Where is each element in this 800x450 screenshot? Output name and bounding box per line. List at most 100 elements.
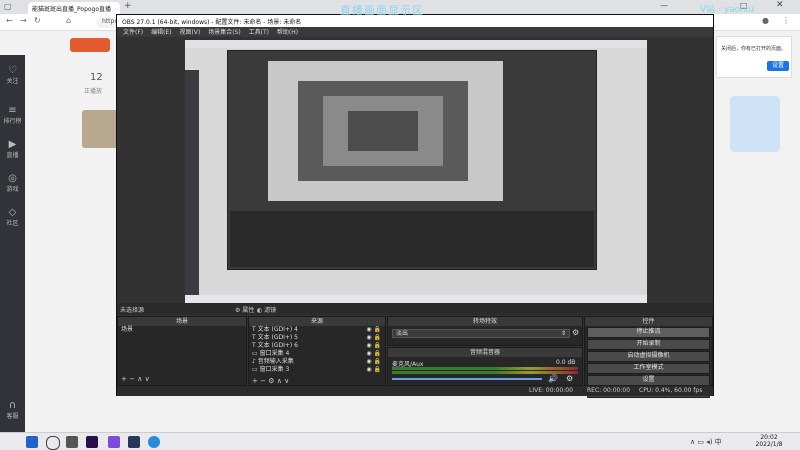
visibility-icon[interactable]: ◉ 🔒 — [366, 326, 381, 334]
studio-mode-button[interactable]: 工作室模式 — [587, 363, 710, 374]
clock[interactable]: 20:02 2022/1/8 — [752, 434, 786, 448]
nav-item[interactable]: ≡ 排行榜 — [0, 105, 25, 125]
down-icon[interactable]: ∨ — [284, 377, 289, 385]
gamepad-icon: ◎ — [8, 173, 17, 184]
nav-item[interactable]: ◇ 社区 — [0, 207, 25, 227]
minimize-icon[interactable]: — — [660, 1, 668, 10]
menu-file[interactable]: 文件(F) — [123, 29, 143, 36]
search-icon[interactable] — [46, 436, 60, 450]
premiere-icon[interactable] — [86, 436, 98, 448]
start-recording-button[interactable]: 开始录制 — [587, 339, 710, 350]
properties-button[interactable]: ⚙ 属性 — [235, 305, 254, 314]
nav-item[interactable]: ▶ 直播 — [0, 139, 25, 159]
mixer-level: 0.0 dB — [556, 359, 576, 366]
add-icon[interactable]: + — [121, 375, 127, 383]
visibility-icon[interactable]: ◉ 🔒 — [366, 366, 381, 374]
stop-streaming-button[interactable]: 停止推流 — [587, 327, 710, 338]
visibility-icon[interactable]: ◉ 🔒 — [366, 342, 381, 350]
virtual-camera-button[interactable]: 启动虚拟摄像机 — [587, 351, 710, 362]
reload-icon[interactable]: ↻ — [34, 16, 41, 25]
source-item[interactable]: T 文本 (GDI+) 5 ◉ 🔒 — [249, 334, 385, 342]
source-item[interactable]: ▭ 窗口采集 4 ◉ 🔒 — [249, 350, 385, 358]
menu-scene-collection[interactable]: 场景集合(S) — [208, 29, 241, 36]
obs-status-bar: LIVE: 00:00:00 REC: 00:00:00 CPU: 0.4%, … — [117, 386, 713, 396]
mixer-dock: 音频混音器 麦克风/Aux 0.0 dB 🔊 ⚙ — [387, 347, 583, 386]
edge-icon[interactable] — [148, 436, 160, 448]
captured-preview — [268, 61, 503, 201]
menu-tools[interactable]: 工具(T) — [249, 29, 269, 36]
menu-help[interactable]: 帮助(H) — [277, 29, 298, 36]
tray-icons[interactable]: ∧ ▭ ◂) 中 — [690, 437, 722, 447]
profile-icon[interactable]: ● — [762, 16, 769, 25]
clock-date: 2022/1/8 — [755, 441, 783, 448]
volume-slider[interactable] — [392, 378, 542, 380]
speaker-icon[interactable]: 🔊 — [548, 374, 558, 383]
scene-item[interactable]: 场景 — [118, 326, 246, 334]
obs-icon[interactable] — [66, 436, 78, 448]
controls-header: 控件 — [585, 317, 712, 326]
forward-icon[interactable]: → — [20, 16, 27, 25]
app-icon[interactable] — [108, 436, 120, 448]
follower-count: 12 — [90, 72, 103, 83]
headset-icon: ∩ — [8, 400, 17, 411]
close-icon[interactable]: ✕ — [776, 0, 784, 10]
back-icon[interactable]: ← — [6, 16, 13, 25]
settings-button[interactable]: 设置 — [587, 375, 710, 386]
visibility-icon[interactable]: ◉ 🔒 — [366, 358, 381, 366]
down-icon[interactable]: ∨ — [145, 375, 150, 383]
list-icon: ≡ — [8, 105, 17, 116]
nav-item[interactable]: ♡ 关注 — [0, 65, 25, 85]
transition-settings-icon[interactable]: ⚙ — [572, 328, 579, 337]
home-icon[interactable]: ⌂ — [66, 16, 71, 25]
browser-menu-icon[interactable]: ▢ — [4, 2, 12, 11]
overlay-watermark: V站 · yaoniu — [700, 5, 754, 15]
source-item[interactable]: ▭ 窗口采集 3 ◉ 🔒 — [249, 366, 385, 374]
visibility-icon[interactable]: ◉ 🔒 — [366, 350, 381, 358]
source-item[interactable]: T 文本 (GDI+) 6 ◉ 🔒 — [249, 342, 385, 350]
captured-tabbar — [185, 40, 647, 48]
rec-status: REC: 00:00:00 — [587, 387, 631, 394]
windows-icon[interactable] — [26, 436, 38, 448]
remove-icon[interactable]: − — [260, 377, 266, 385]
scenes-dock: 场景 场景 + − ∧ ∨ — [117, 316, 247, 386]
nested-capture-3 — [348, 111, 418, 151]
popup-settings-button[interactable]: 设置 — [767, 61, 789, 71]
text-icon: T — [252, 334, 256, 341]
up-icon[interactable]: ∧ — [277, 377, 282, 385]
window-icon: ▭ — [252, 366, 258, 373]
nested-capture — [298, 81, 468, 181]
promo-image[interactable] — [730, 96, 780, 152]
steam-icon[interactable] — [128, 436, 140, 448]
obs-menu-bar: 文件(F) 编辑(E) 视图(V) 场景集合(S) 工具(T) 帮助(H) — [117, 27, 713, 37]
nav-item[interactable]: ∩ 客服 — [0, 400, 25, 420]
settings-icon[interactable]: ⚙ — [268, 377, 274, 385]
visibility-icon[interactable]: ◉ 🔒 — [366, 334, 381, 342]
text-icon: T — [252, 326, 256, 333]
transitions-dock: 转场特效 淡出 ⇕ ⚙ — [387, 316, 583, 346]
add-icon[interactable]: + — [252, 377, 258, 385]
menu-view[interactable]: 视图(V) — [179, 29, 200, 36]
obs-preview[interactable] — [185, 40, 647, 303]
transition-select[interactable]: 淡出 ⇕ — [392, 329, 570, 338]
mixer-header: 音频混音器 — [388, 348, 582, 357]
transitions-header: 转场特效 — [388, 317, 582, 326]
browser-tab[interactable]: 能猫斑斑出直播_Popogo直播 — [28, 2, 120, 14]
source-item[interactable]: ♪ 音频输入采集 ◉ 🔒 — [249, 358, 385, 366]
mixer-settings-icon[interactable]: ⚙ — [566, 374, 573, 383]
remove-icon[interactable]: − — [129, 375, 135, 383]
menu-edit[interactable]: 编辑(E) — [151, 29, 171, 36]
source-item[interactable]: T 文本 (GDI+) 4 ◉ 🔒 — [249, 326, 385, 334]
site-logo — [70, 38, 110, 52]
follower-label: 正播放 — [84, 88, 103, 95]
captured-left-nav — [185, 70, 199, 295]
current-source-label: 未选择源 — [120, 307, 145, 314]
up-icon[interactable]: ∧ — [137, 375, 142, 383]
more-icon[interactable]: ⋮ — [782, 16, 790, 25]
filters-button[interactable]: ◐ 滤镜 — [257, 305, 276, 314]
video-icon: ▶ — [8, 139, 17, 150]
avatar[interactable] — [82, 110, 118, 148]
new-tab-icon[interactable]: + — [124, 1, 132, 11]
cpu-status: CPU: 0.4%, 60.00 fps — [639, 387, 703, 394]
nav-item[interactable]: ◎ 游戏 — [0, 173, 25, 193]
obs-window: OBS 27.0.1 (64-bit, windows) - 配置文件: 未命名… — [116, 14, 714, 398]
